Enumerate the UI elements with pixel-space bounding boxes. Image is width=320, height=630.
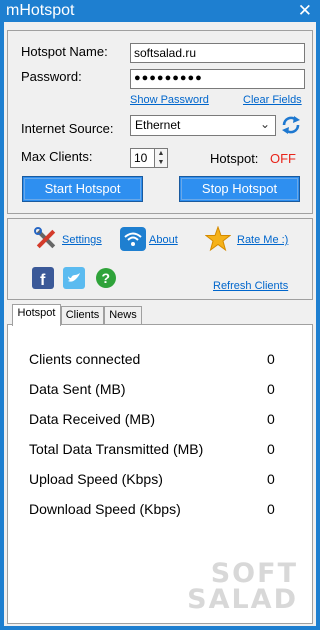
clear-fields-link[interactable]: Clear Fields: [243, 94, 302, 106]
wifi-icon[interactable]: [120, 227, 146, 254]
svg-text:f: f: [40, 272, 46, 289]
stat-value-data-sent: 0: [267, 381, 275, 397]
stat-value-download-speed: 0: [267, 501, 275, 517]
about-link[interactable]: About: [149, 234, 178, 246]
tab-hotspot[interactable]: Hotspot: [12, 304, 61, 326]
window-content: Hotspot Name: softsalad.ru Password: ●●●…: [4, 22, 316, 626]
close-button[interactable]: ✕: [298, 2, 312, 20]
twitter-icon[interactable]: [63, 267, 85, 292]
hotspot-name-input[interactable]: softsalad.ru: [130, 43, 305, 63]
internet-source-select[interactable]: Ethernet ⌄: [130, 115, 276, 136]
window-title: mHotspot: [6, 2, 75, 19]
watermark-logo: SOFT SALAD: [187, 560, 298, 615]
svg-text:?: ?: [102, 270, 111, 286]
rate-me-link[interactable]: Rate Me :): [237, 234, 288, 246]
show-password-link[interactable]: Show Password: [130, 94, 209, 106]
refresh-clients-link[interactable]: Refresh Clients: [213, 280, 288, 292]
stat-label-total-data: Total Data Transmitted (MB): [29, 441, 204, 457]
internet-source-label: Internet Source:: [21, 121, 114, 136]
hotspot-status-label: Hotspot:: [210, 151, 259, 166]
tab-clients[interactable]: Clients: [61, 306, 104, 325]
stat-value-clients-connected: 0: [267, 351, 275, 367]
tools-icon[interactable]: [33, 226, 59, 255]
stat-label-data-sent: Data Sent (MB): [29, 381, 126, 397]
title-bar[interactable]: mHotspot ✕: [0, 0, 320, 22]
max-clients-label: Max Clients:: [21, 149, 93, 164]
stat-label-data-received: Data Received (MB): [29, 411, 156, 427]
stat-value-total-data: 0: [267, 441, 275, 457]
stat-label-clients-connected: Clients connected: [29, 351, 141, 367]
stat-label-download-speed: Download Speed (Kbps): [29, 501, 181, 517]
facebook-icon[interactable]: f: [32, 267, 54, 292]
settings-link[interactable]: Settings: [62, 234, 102, 246]
links-panel: Settings About Rate Me :) f ? Refresh Cl…: [7, 218, 313, 300]
stop-hotspot-button[interactable]: Stop Hotspot: [179, 176, 300, 202]
password-label: Password:: [21, 69, 82, 84]
hotspot-status-value: OFF: [270, 151, 296, 166]
hotspot-tab-panel: Clients connected 0 Data Sent (MB) 0 Dat…: [7, 324, 313, 624]
stat-label-upload-speed: Upload Speed (Kbps): [29, 471, 163, 487]
star-icon[interactable]: [204, 225, 232, 255]
max-clients-input[interactable]: 10: [130, 148, 155, 168]
stat-value-upload-speed: 0: [267, 471, 275, 487]
stepper-up-icon[interactable]: ▲: [155, 149, 167, 158]
help-icon[interactable]: ?: [95, 267, 117, 292]
settings-panel: Hotspot Name: softsalad.ru Password: ●●●…: [7, 30, 313, 214]
tab-news[interactable]: News: [104, 306, 142, 325]
start-hotspot-button[interactable]: Start Hotspot: [22, 176, 143, 202]
stat-value-data-received: 0: [267, 411, 275, 427]
watermark-line-2: SALAD: [187, 584, 298, 615]
chevron-down-icon: ⌄: [259, 117, 271, 131]
max-clients-stepper[interactable]: ▲ ▼: [154, 148, 168, 168]
refresh-icon[interactable]: [280, 114, 302, 139]
password-input[interactable]: ●●●●●●●●●: [130, 69, 305, 89]
hotspot-name-label: Hotspot Name:: [21, 44, 108, 59]
internet-source-value: Ethernet: [135, 118, 181, 132]
stepper-down-icon[interactable]: ▼: [155, 158, 167, 167]
